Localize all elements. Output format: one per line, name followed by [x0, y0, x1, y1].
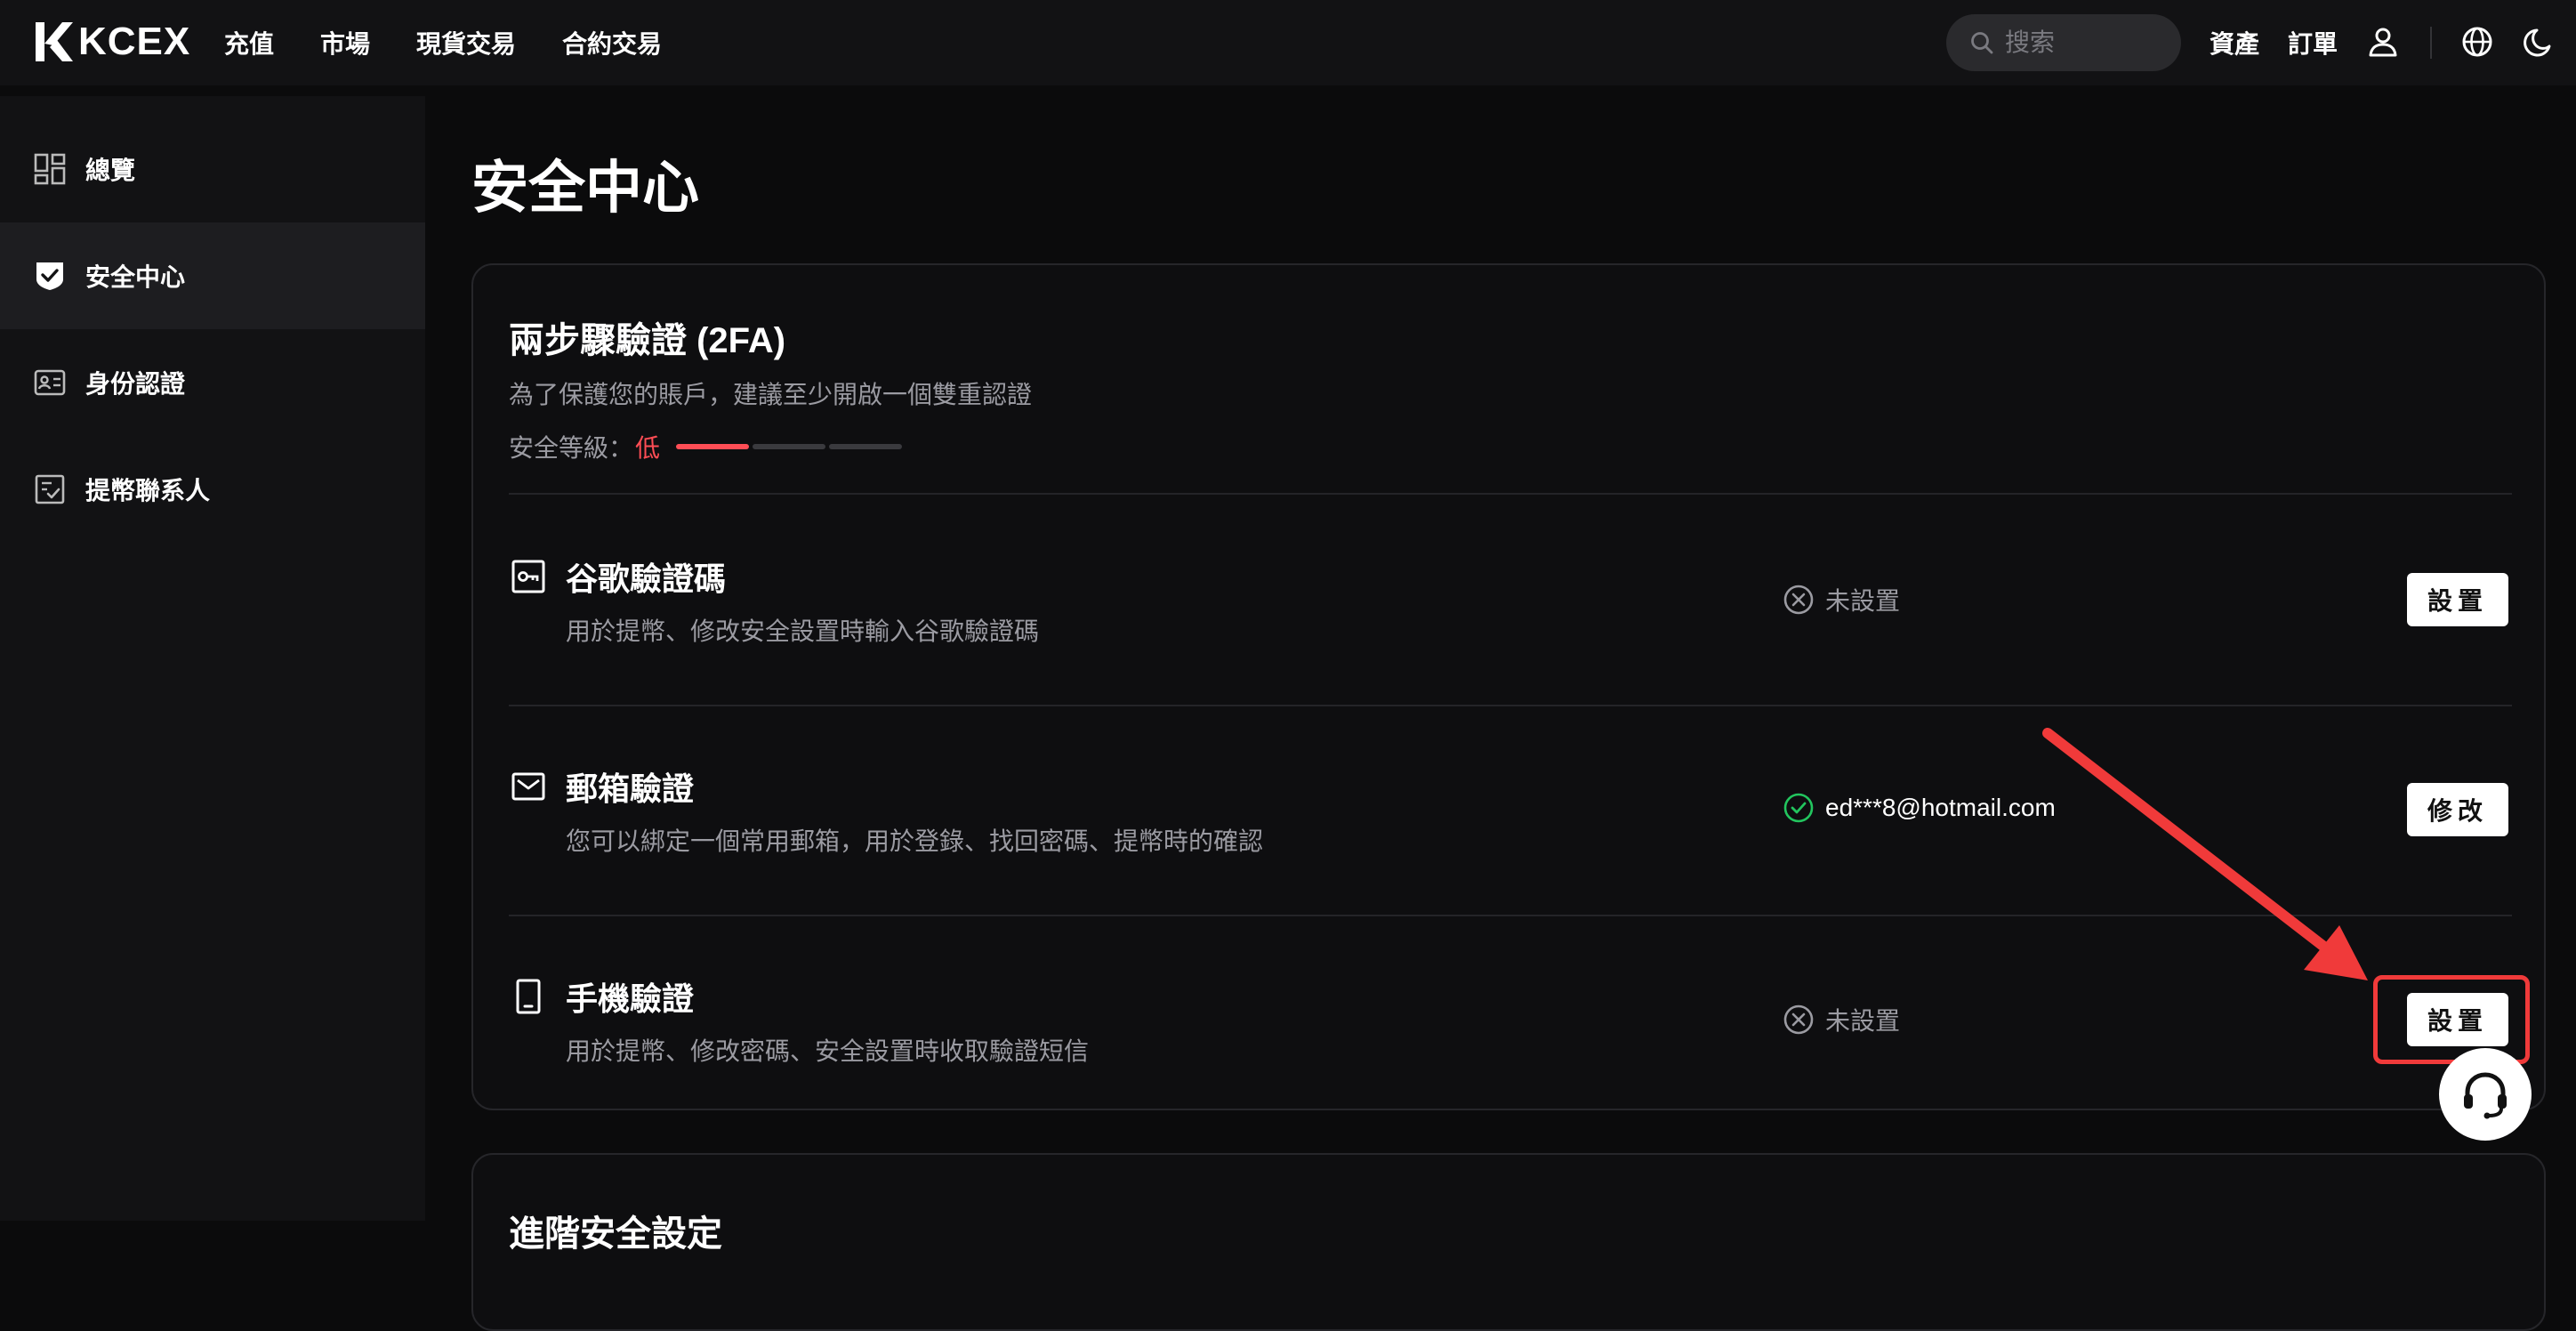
globe-icon[interactable] — [2460, 25, 2494, 63]
page-title: 安全中心 — [471, 156, 699, 220]
check-circle-icon — [1783, 793, 1814, 823]
shield-check-icon — [34, 260, 66, 292]
phone-icon — [509, 977, 548, 1016]
security-level-label: 安全等級： — [509, 434, 634, 462]
main-nav: 充值 市場 現貨交易 合約交易 — [224, 0, 708, 85]
security-level-segment — [829, 444, 903, 449]
row-description: 用於提幣、修改安全設置時輸入谷歌驗證碼 — [566, 617, 1040, 645]
status-text: 未設置 — [1825, 1007, 1901, 1035]
email-verification-row: 郵箱驗證 您可以綁定一個常用郵箱，用於登錄、找回密碼、提幣時的確認 ed***8… — [509, 705, 2512, 915]
google-auth-setup-button[interactable]: 設置 — [2407, 573, 2508, 626]
security-level-segment — [753, 444, 826, 449]
twofa-card: 兩步驟驗證 (2FA) 為了保護您的賬戶，建議至少開啟一個雙重認證 安全等級： … — [471, 263, 2546, 1110]
row-title: 手機驗證 — [566, 980, 695, 1017]
kcex-logo-icon — [36, 22, 73, 61]
header-divider — [2430, 27, 2432, 59]
nav-futures-trading[interactable]: 合約交易 — [562, 25, 662, 60]
customer-support-button[interactable] — [2439, 1048, 2532, 1141]
key-icon — [509, 557, 548, 596]
sidebar-item-label: 安全中心 — [85, 263, 186, 291]
advanced-security-card: 進階安全設定 — [471, 1153, 2546, 1331]
status-indicator: 未設置 — [1783, 582, 1900, 617]
mail-icon — [509, 767, 548, 806]
security-level-bar — [676, 444, 906, 449]
kcex-logo[interactable]: KCEX — [34, 20, 190, 64]
sidebar-item-identity[interactable]: 身份認證 — [0, 329, 425, 436]
status-indicator: ed***8@hotmail.com — [1783, 792, 2056, 824]
advanced-security-title: 進階安全設定 — [509, 1214, 722, 1254]
assets-link[interactable]: 資產 — [2210, 25, 2259, 60]
nav-markets[interactable]: 市場 — [320, 25, 370, 60]
headset-icon — [2464, 1072, 2507, 1119]
security-level-value: 低 — [635, 434, 661, 462]
email-modify-button[interactable]: 修改 — [2407, 783, 2508, 836]
status-indicator: 未設置 — [1783, 1002, 1900, 1037]
search-box[interactable] — [1946, 14, 2181, 71]
row-description: 用於提幣、修改密碼、安全設置時收取驗證短信 — [566, 1037, 1090, 1065]
twofa-title: 兩步驟驗證 (2FA) — [509, 321, 786, 360]
moon-icon[interactable] — [2523, 25, 2556, 63]
sidebar-item-withdraw-contacts[interactable]: 提幣聯系人 — [0, 436, 425, 543]
security-level-segment — [676, 444, 750, 449]
row-title: 谷歌驗證碼 — [566, 561, 727, 597]
id-card-icon — [34, 367, 66, 399]
sidebar-item-label: 身份認證 — [85, 370, 186, 398]
not-set-icon — [1783, 585, 1814, 615]
phone-verification-row: 手機驗證 用於提幣、修改密碼、安全設置時收取驗證短信 未設置 設置 — [509, 915, 2512, 1125]
search-icon — [1971, 32, 1993, 54]
sidebar-item-label: 總覽 — [85, 157, 136, 184]
sidebar-item-security[interactable]: 安全中心 — [0, 222, 425, 329]
not-set-icon — [1783, 1004, 1814, 1035]
sidebar-item-label: 提幣聯系人 — [85, 477, 211, 504]
security-level: 安全等級： 低 — [509, 429, 906, 464]
row-description: 您可以綁定一個常用郵箱，用於登錄、找回密碼、提幣時的確認 — [566, 827, 1264, 855]
orders-link[interactable]: 訂單 — [2288, 25, 2338, 60]
bound-email: ed***8@hotmail.com — [1825, 794, 2056, 821]
user-icon[interactable] — [2366, 25, 2400, 63]
nav-spot-trading[interactable]: 現貨交易 — [416, 25, 516, 60]
status-text: 未設置 — [1825, 587, 1901, 615]
google-auth-row: 谷歌驗證碼 用於提幣、修改安全設置時輸入谷歌驗證碼 未設置 設置 — [509, 495, 2512, 705]
annotation-highlight-box — [2373, 975, 2530, 1064]
search-input[interactable] — [2005, 28, 2165, 57]
twofa-description: 為了保護您的賬戶，建議至少開啟一個雙重認證 — [509, 381, 1033, 408]
top-nav-bar: KCEX 充值 市場 現貨交易 合約交易 資產 訂單 — [0, 0, 2576, 85]
logo-text: KCEX — [78, 20, 191, 63]
nav-deposit[interactable]: 充值 — [224, 25, 274, 60]
sidebar-item-overview[interactable]: 總覽 — [0, 116, 425, 222]
dashboard-icon — [34, 153, 66, 185]
sidebar: 總覽 安全中心 身份認證 提幣聯系人 — [0, 96, 425, 1221]
row-title: 郵箱驗證 — [566, 770, 695, 807]
contact-list-icon — [34, 473, 66, 505]
